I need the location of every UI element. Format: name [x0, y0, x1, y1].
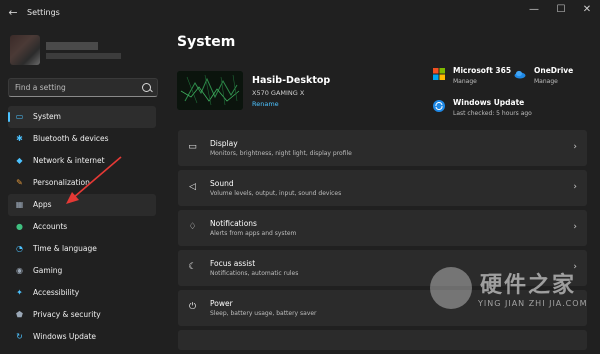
card-subtitle: Volume levels, output, input, sound devi…	[210, 190, 342, 197]
globe-clock-icon: ◔	[16, 244, 23, 253]
person-icon: ●	[16, 222, 23, 231]
sidebar-nav: ▭ System ✱ Bluetooth & devices ◆ Network…	[8, 106, 156, 348]
onedrive-icon	[514, 70, 526, 79]
settings-list: ▭ Display Monitors, brightness, night li…	[178, 130, 587, 354]
sidebar-item-gaming[interactable]: ◉ Gaming	[8, 260, 156, 282]
sidebar-item-windows-update[interactable]: ↻ Windows Update	[8, 326, 156, 348]
card-title: Notifications	[210, 219, 257, 228]
search-box[interactable]	[8, 78, 158, 97]
watermark-logo-icon	[430, 267, 472, 309]
profile-name-redacted	[46, 42, 98, 50]
sidebar-item-label: Gaming	[33, 266, 63, 275]
sidebar-item-label: System	[33, 112, 61, 121]
sidebar-item-accessibility[interactable]: ✦ Accessibility	[8, 282, 156, 304]
speaker-icon: ◁	[189, 182, 196, 192]
quick-action-title: Microsoft 365	[453, 66, 512, 75]
sidebar-item-apps[interactable]: ▦ Apps	[8, 194, 156, 216]
card-partial[interactable]	[178, 330, 587, 350]
search-input[interactable]	[15, 81, 135, 94]
sidebar-item-system[interactable]: ▭ System	[8, 106, 156, 128]
sidebar-item-label: Accessibility	[33, 288, 80, 297]
app-title: Settings	[27, 8, 60, 17]
search-icon[interactable]	[142, 83, 151, 92]
bluetooth-icon: ✱	[16, 134, 23, 143]
quick-action-subtitle: Last checked: 5 hours ago	[453, 110, 532, 117]
active-indicator	[8, 112, 10, 122]
gamepad-icon: ◉	[16, 266, 23, 275]
profile-email-redacted	[46, 53, 121, 59]
accessibility-icon: ✦	[16, 288, 23, 297]
microsoft-365-icon	[433, 68, 445, 80]
monitor-icon: ▭	[15, 112, 24, 121]
wifi-icon: ◆	[16, 156, 23, 165]
back-arrow-icon[interactable]: ←	[6, 6, 20, 20]
wallpaper-image	[177, 71, 243, 110]
apps-icon: ▦	[15, 200, 24, 209]
card-title: Sound	[210, 179, 234, 188]
card-display[interactable]: ▭ Display Monitors, brightness, night li…	[178, 130, 587, 166]
card-subtitle: Notifications, automatic rules	[210, 270, 299, 277]
sidebar-item-label: Bluetooth & devices	[33, 134, 109, 143]
rename-link[interactable]: Rename	[252, 100, 279, 108]
microsoft-365-tile[interactable]: Microsoft 365 Manage	[433, 66, 513, 88]
display-icon: ▭	[188, 142, 197, 152]
shield-icon: ⬟	[16, 310, 23, 319]
quick-action-title: Windows Update	[453, 98, 525, 107]
card-title: Power	[210, 299, 233, 308]
update-icon: ↻	[16, 332, 23, 341]
moon-icon: ☾	[188, 262, 197, 272]
windows-update-tile[interactable]: Windows Update Last checked: 5 hours ago	[433, 98, 553, 120]
quick-action-subtitle[interactable]: Manage	[534, 78, 558, 85]
card-subtitle: Sleep, battery usage, battery saver	[210, 310, 317, 317]
sidebar-item-accounts[interactable]: ● Accounts	[8, 216, 156, 238]
card-subtitle: Monitors, brightness, night light, displ…	[210, 150, 352, 157]
card-title: Focus assist	[210, 259, 256, 268]
desktop-wallpaper-thumbnail	[177, 71, 243, 110]
avatar[interactable]	[10, 35, 40, 65]
chevron-right-icon: ›	[573, 182, 577, 192]
card-title: Display	[210, 139, 238, 148]
sidebar-item-label: Apps	[33, 200, 52, 209]
sidebar-item-label: Network & internet	[33, 156, 105, 165]
watermark: 硬件之家 YING JIAN ZHI JIA.COM	[430, 265, 595, 320]
sidebar-item-time-language[interactable]: ◔ Time & language	[8, 238, 156, 260]
device-name: Hasib-Desktop	[252, 75, 331, 86]
brush-icon: ✎	[16, 178, 23, 187]
bell-icon: ♢	[188, 222, 197, 232]
quick-action-subtitle[interactable]: Manage	[453, 78, 477, 85]
sidebar-item-label: Time & language	[33, 244, 97, 253]
card-notifications[interactable]: ♢ Notifications Alerts from apps and sys…	[178, 210, 587, 246]
chevron-right-icon: ›	[573, 222, 577, 232]
sidebar-item-personalization[interactable]: ✎ Personalization	[8, 172, 156, 194]
quick-action-title: OneDrive	[534, 66, 574, 75]
sidebar-item-label: Windows Update	[33, 332, 97, 341]
device-model: X570 GAMING X	[252, 89, 305, 97]
watermark-subtext: YING JIAN ZHI JIA.COM	[478, 299, 588, 308]
sidebar-item-bluetooth[interactable]: ✱ Bluetooth & devices	[8, 128, 156, 150]
watermark-text: 硬件之家	[480, 273, 577, 298]
close-button[interactable]: ✕	[574, 0, 600, 20]
onedrive-tile[interactable]: OneDrive Manage	[514, 66, 594, 88]
sidebar-item-label: Privacy & security	[33, 310, 101, 319]
sidebar-item-network[interactable]: ◆ Network & internet	[8, 150, 156, 172]
sidebar-item-label: Personalization	[33, 178, 90, 187]
windows-update-icon	[433, 100, 445, 112]
maximize-button[interactable]: ☐	[548, 0, 574, 20]
title-bar: ← Settings — ☐ ✕	[0, 0, 600, 28]
page-title: System	[177, 34, 236, 50]
card-subtitle: Alerts from apps and system	[210, 230, 297, 237]
chevron-right-icon: ›	[573, 142, 577, 152]
sidebar-item-privacy[interactable]: ⬟ Privacy & security	[8, 304, 156, 326]
minimize-button[interactable]: —	[521, 0, 547, 20]
power-icon: ⏻	[188, 302, 197, 312]
sidebar-item-label: Accounts	[33, 222, 68, 231]
card-sound[interactable]: ◁ Sound Volume levels, output, input, so…	[178, 170, 587, 206]
